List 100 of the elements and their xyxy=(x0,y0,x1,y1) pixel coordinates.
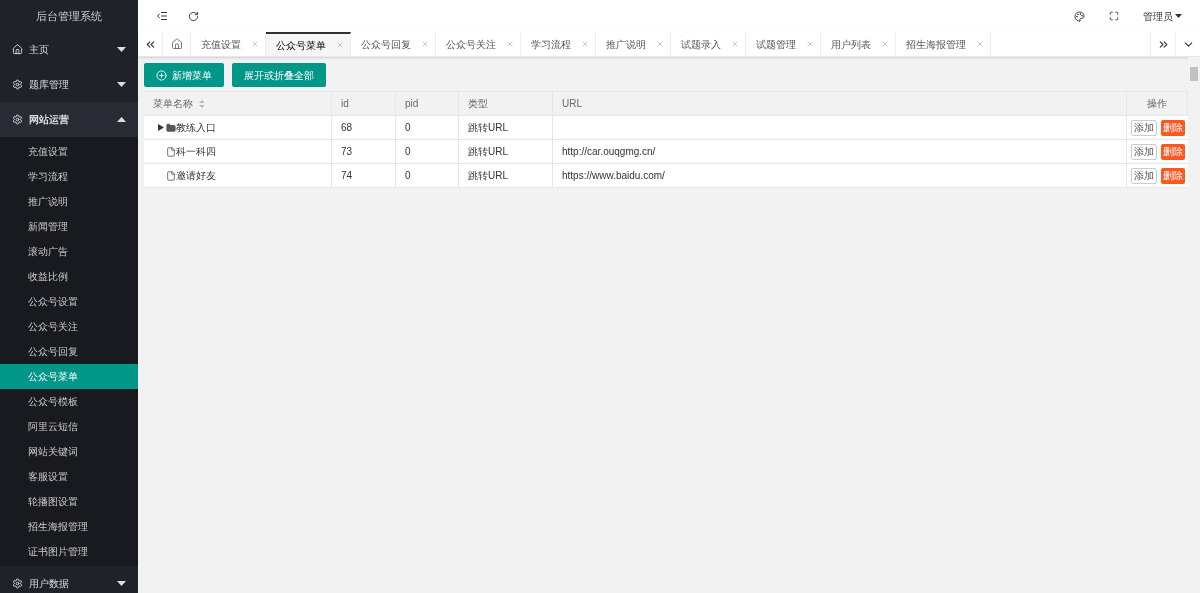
close-icon[interactable] xyxy=(336,41,344,49)
nav-item[interactable]: 推广说明 xyxy=(0,189,138,214)
tab[interactable]: 学习流程 xyxy=(521,32,596,56)
menu-name: 教练入口 xyxy=(176,121,216,135)
fullscreen-icon[interactable] xyxy=(1109,11,1119,21)
user-menu[interactable]: 管理员 xyxy=(1143,8,1182,24)
nav-label: 网站运营 xyxy=(29,113,69,127)
tab-label: 公众号菜单 xyxy=(276,38,326,53)
column-header: URL xyxy=(562,97,582,111)
column-header: id xyxy=(341,97,349,111)
settings-icon xyxy=(12,114,23,125)
table-cell-text: 0 xyxy=(405,169,411,183)
plus-icon xyxy=(156,69,167,81)
add-menu-button[interactable]: 新增菜单 xyxy=(144,63,224,87)
column-header: pid xyxy=(405,97,419,111)
tab[interactable]: 公众号回复 xyxy=(351,32,436,56)
nav-item[interactable]: 招生海报管理 xyxy=(0,514,138,539)
tab[interactable]: 推广说明 xyxy=(596,32,671,56)
table-cell-text: http://car.ouqgmg.cn/ xyxy=(562,145,656,159)
settings-icon xyxy=(12,578,23,589)
nav-label: 主页 xyxy=(29,43,49,57)
nav-item[interactable]: 充值设置 xyxy=(0,139,138,164)
close-icon[interactable] xyxy=(731,40,739,48)
brand-title: 后台管理系统 xyxy=(35,8,103,24)
table-cell-text: 0 xyxy=(405,121,411,135)
tab-label: 招生海报管理 xyxy=(906,37,966,52)
file-icon xyxy=(166,146,176,157)
home-icon xyxy=(12,44,23,55)
nav-group[interactable]: 用户数据 xyxy=(0,566,138,593)
menu-name: 科一科四 xyxy=(176,145,216,159)
file-icon xyxy=(166,170,176,181)
table-cell-text: 68 xyxy=(341,121,353,135)
nav-item[interactable]: 滚动广告 xyxy=(0,239,138,264)
menu-name: 邀请好友 xyxy=(176,169,216,183)
nav-item[interactable]: 网站关键词 xyxy=(0,439,138,464)
settings-icon xyxy=(12,79,23,90)
nav-label: 用户数据 xyxy=(29,577,69,591)
nav-group[interactable]: 题库管理 xyxy=(0,67,138,102)
table-cell-text: 跳转URL xyxy=(468,169,508,183)
nav-item[interactable]: 公众号关注 xyxy=(0,314,138,339)
caret-icon xyxy=(117,47,126,52)
close-icon[interactable] xyxy=(656,40,664,48)
nav-item[interactable]: 公众号回复 xyxy=(0,339,138,364)
tab[interactable]: 用户列表 xyxy=(821,32,896,56)
nav-group[interactable]: 网站运营 xyxy=(0,102,138,137)
tab-label: 充值设置 xyxy=(201,37,241,52)
tab-label: 用户列表 xyxy=(831,37,871,52)
column-header: 操作 xyxy=(1147,97,1167,111)
table-cell-text: 0 xyxy=(405,145,411,159)
nav-item[interactable]: 证书图片管理 xyxy=(0,539,138,564)
tab[interactable]: 试题录入 xyxy=(671,32,746,56)
nav-item[interactable]: 公众号模板 xyxy=(0,389,138,414)
nav-item[interactable]: 客服设置 xyxy=(0,464,138,489)
close-icon[interactable] xyxy=(506,40,514,48)
close-icon[interactable] xyxy=(976,40,984,48)
close-icon[interactable] xyxy=(581,40,589,48)
nav-item[interactable]: 阿里云短信 xyxy=(0,414,138,439)
caret-icon xyxy=(1175,14,1182,18)
nav-item[interactable]: 公众号菜单 xyxy=(0,364,138,389)
tab-label: 试题管理 xyxy=(756,37,796,52)
refresh-icon[interactable] xyxy=(188,10,199,22)
tab[interactable]: 试题管理 xyxy=(746,32,821,56)
column-header: 菜单名称 xyxy=(153,97,193,111)
close-icon[interactable] xyxy=(881,40,889,48)
column-header: 类型 xyxy=(468,97,488,111)
tab[interactable]: 公众号菜单 xyxy=(266,32,351,56)
add-button[interactable]: 添加 xyxy=(1130,143,1157,160)
add-button[interactable]: 添加 xyxy=(1130,167,1157,184)
table-cell-text: 74 xyxy=(341,169,353,183)
table-cell-text: 73 xyxy=(341,145,353,159)
palette-icon[interactable] xyxy=(1074,10,1085,22)
tab-label: 试题录入 xyxy=(681,37,721,52)
folder-icon xyxy=(166,122,176,133)
sort-icon[interactable] xyxy=(199,99,205,108)
close-icon[interactable] xyxy=(806,40,814,48)
nav-item[interactable]: 轮播图设置 xyxy=(0,489,138,514)
tab[interactable]: 公众号关注 xyxy=(436,32,521,56)
table-cell-text: 跳转URL xyxy=(468,145,508,159)
add-button[interactable]: 添加 xyxy=(1130,119,1157,136)
tab-label: 推广说明 xyxy=(606,37,646,52)
nav-item[interactable]: 新闻管理 xyxy=(0,214,138,239)
table-cell-text: 跳转URL xyxy=(468,121,508,135)
nav-label: 题库管理 xyxy=(29,78,69,92)
nav-group[interactable]: 主页 xyxy=(0,32,138,67)
tab[interactable]: 招生海报管理 xyxy=(896,32,991,56)
close-icon[interactable] xyxy=(251,40,259,48)
close-icon[interactable] xyxy=(421,40,429,48)
tab-label: 公众号回复 xyxy=(361,37,411,52)
tab-label: 公众号关注 xyxy=(446,37,496,52)
caret-icon xyxy=(117,117,126,122)
menu-icon[interactable] xyxy=(156,10,168,22)
caret-icon xyxy=(117,581,126,586)
caret-icon xyxy=(117,82,126,87)
nav-item[interactable]: 收益比例 xyxy=(0,264,138,289)
tree-toggle-icon[interactable] xyxy=(158,124,164,131)
tab-label: 学习流程 xyxy=(531,37,571,52)
nav-item[interactable]: 学习流程 xyxy=(0,164,138,189)
nav-item[interactable]: 公众号设置 xyxy=(0,289,138,314)
expand-collapse-button[interactable]: 展开或折叠全部 xyxy=(232,63,326,87)
home-icon xyxy=(170,38,183,50)
